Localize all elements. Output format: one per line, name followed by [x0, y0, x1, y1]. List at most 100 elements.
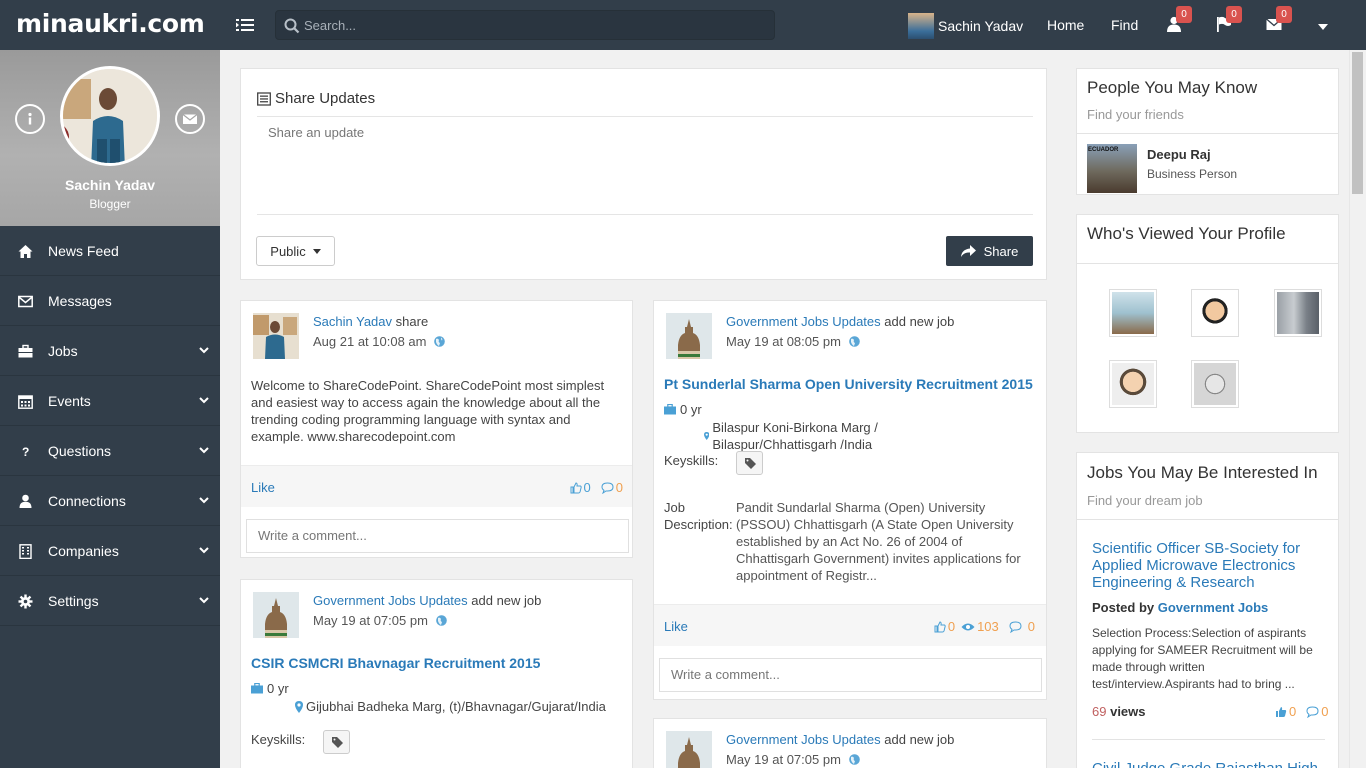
mail-icon[interactable]: 0 — [1266, 6, 1292, 34]
sidebar-item-news-feed[interactable]: News Feed — [0, 226, 220, 276]
visibility-dropdown[interactable]: Public — [256, 236, 335, 266]
sidebar-item-messages[interactable]: Messages — [0, 276, 220, 326]
sidebar-item-label: Settings — [48, 593, 99, 609]
menu-toggle-icon[interactable] — [236, 17, 254, 33]
tag-icon — [745, 458, 756, 469]
globe-icon — [849, 336, 860, 347]
sidebar-item-jobs[interactable]: Jobs — [0, 326, 220, 376]
sidebar-item-label: News Feed — [48, 243, 119, 259]
search-input[interactable] — [304, 11, 764, 39]
job-meta: 0 yr Bilaspur Koni-Birkona Marg / Bilasp… — [664, 401, 934, 453]
user-menu[interactable]: Sachin Yadav — [908, 13, 1023, 39]
viewer-avatar[interactable] — [1191, 289, 1239, 337]
job-likes[interactable]: 0 — [1275, 704, 1296, 719]
chevron-down-icon — [199, 597, 209, 604]
job-comments[interactable]: 0 — [1306, 704, 1328, 719]
sidebar-item-questions[interactable]: ? Questions — [0, 426, 220, 476]
tag-icon — [332, 737, 343, 748]
job-location: Bilaspur Koni-Birkona Marg / Bilaspur/Ch… — [712, 420, 878, 452]
comment-input[interactable] — [659, 658, 1042, 692]
caret-down-icon[interactable] — [1318, 24, 1328, 30]
sidebar-item-settings[interactable]: Settings — [0, 576, 220, 626]
post-body: Welcome to ShareCodePoint. ShareCodePoin… — [251, 378, 605, 444]
home-icon — [18, 245, 33, 258]
sidebar-item-connections[interactable]: Connections — [0, 476, 220, 526]
post-author-link[interactable]: Sachin Yadav — [313, 314, 392, 329]
site-logo[interactable]: minaukri.com — [16, 9, 205, 38]
flag-icon[interactable]: 0 — [1216, 6, 1242, 34]
map-marker-icon — [295, 700, 303, 713]
like-link[interactable]: Like — [251, 480, 275, 495]
scrollbar-thumb[interactable] — [1352, 52, 1363, 194]
person-name[interactable]: Deepu Raj — [1147, 147, 1211, 162]
viewer-avatar[interactable] — [1109, 360, 1157, 408]
like-link[interactable]: Like — [664, 619, 688, 634]
tag-button[interactable] — [736, 451, 763, 475]
post-author-link[interactable]: Government Jobs Updates — [726, 732, 881, 747]
connections-badge: 0 — [1176, 6, 1192, 23]
comment-input[interactable] — [246, 519, 629, 553]
job-meta: 0 yr Gijubhai Badheka Marg, (t)/Bhavnaga… — [251, 680, 621, 717]
post-card: Government Jobs Updates add new job May … — [653, 300, 1047, 700]
comment-icon — [601, 481, 614, 494]
chevron-down-icon — [199, 397, 209, 404]
sidebar-item-label: Companies — [48, 543, 119, 559]
people-you-may-know-card: People You May Know Find your friends EC… — [1076, 68, 1339, 195]
person-role: Business Person — [1147, 167, 1238, 181]
find-link[interactable]: Find — [1111, 17, 1138, 33]
post-action: share — [395, 314, 429, 329]
share-update-textarea[interactable] — [257, 116, 1033, 215]
post-author-link[interactable]: Government Jobs Updates — [313, 593, 468, 608]
envelope-icon[interactable] — [175, 104, 205, 134]
tag-button[interactable] — [323, 730, 350, 754]
people-subtitle: Find your friends — [1087, 107, 1184, 122]
user-avatar — [908, 13, 934, 39]
viewer-avatar[interactable] — [1191, 360, 1239, 408]
sidebar: oint ials Sachin Yadav Blogger News Feed… — [0, 50, 220, 768]
info-icon[interactable] — [15, 104, 45, 134]
comments-count[interactable]: 0 — [601, 480, 623, 495]
building-icon — [19, 544, 32, 559]
job-title-link[interactable]: CSIR CSMCRI Bhavnagar Recruitment 2015 — [251, 655, 540, 671]
who-viewed-title: Who's Viewed Your Profile — [1087, 224, 1286, 243]
svg-text:oint: oint — [155, 126, 160, 138]
likes-count[interactable]: 0 — [570, 480, 591, 495]
post-timestamp: May 19 at 07:05 pm — [313, 613, 428, 628]
job-link[interactable]: Scientific Officer SB-Society for Applie… — [1092, 540, 1328, 591]
viewer-avatar[interactable] — [1274, 289, 1322, 337]
job-title-link[interactable]: Pt Sunderlal Sharma Open University Recr… — [664, 376, 1033, 392]
page-scrollbar[interactable] — [1349, 0, 1366, 768]
home-link[interactable]: Home — [1047, 17, 1084, 33]
author-avatar[interactable] — [253, 592, 299, 638]
person-photo[interactable]: ECUADOR — [1087, 144, 1137, 193]
user-icon — [19, 494, 32, 508]
posted-by-link[interactable]: Government Jobs — [1158, 600, 1269, 615]
author-avatar[interactable] — [666, 731, 712, 768]
post-timestamp: May 19 at 07:05 pm — [726, 752, 841, 767]
post-actions: Like 0 0 — [241, 465, 632, 507]
thumbs-up-icon — [934, 620, 946, 632]
likes-count[interactable]: 0 — [934, 619, 955, 634]
comments-count[interactable]: 0 — [1009, 619, 1035, 634]
chevron-down-icon — [199, 547, 209, 554]
search-box — [275, 10, 775, 40]
keyskills-label: Keyskills: — [251, 732, 306, 747]
user-name: Sachin Yadav — [938, 18, 1024, 34]
envelope-icon — [18, 295, 33, 308]
author-avatar[interactable] — [253, 313, 299, 359]
profile-role: Blogger — [89, 197, 131, 211]
thumbs-up-icon — [570, 481, 582, 493]
sidebar-item-events[interactable]: Events — [0, 376, 220, 426]
calendar-icon — [18, 395, 33, 409]
share-button[interactable]: Share — [946, 236, 1033, 266]
post-card: Government Jobs Updates add new job May … — [653, 718, 1047, 768]
author-avatar[interactable] — [666, 313, 712, 359]
sidebar-item-companies[interactable]: Companies — [0, 526, 220, 576]
post-author-link[interactable]: Government Jobs Updates — [726, 314, 881, 329]
profile-photo[interactable]: oint ials — [60, 66, 160, 166]
viewer-avatar[interactable] — [1109, 289, 1157, 337]
question-icon: ? — [22, 445, 29, 459]
connection-requests-icon[interactable]: 0 — [1166, 6, 1192, 34]
job-experience: 0 yr — [680, 402, 702, 417]
job-link[interactable]: Civil Judge Grade Rajasthan High — [1092, 760, 1328, 768]
